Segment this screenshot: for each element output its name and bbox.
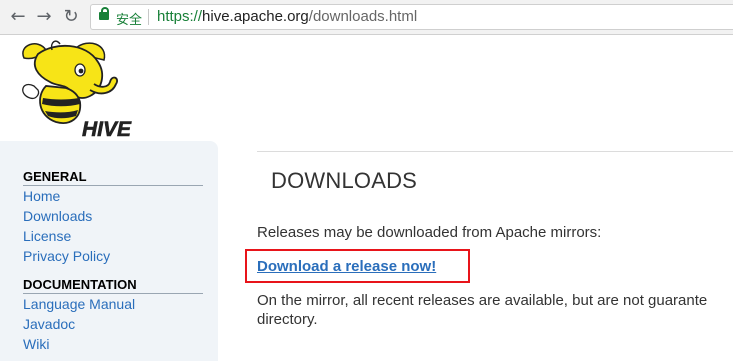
sidebar-section-documentation: DOCUMENTATION: [23, 277, 137, 292]
address-bar[interactable]: 安全 https://hive.apache.org/downloads.htm…: [90, 4, 733, 30]
section-divider: [23, 185, 203, 186]
mirror-text-line1: On the mirror, all recent releases are a…: [257, 292, 708, 309]
sidebar: GENERAL Home Downloads License Privacy P…: [0, 141, 218, 361]
reload-icon[interactable]: ↻: [61, 7, 81, 27]
mirror-text-line2: directory.: [257, 311, 318, 328]
sidebar-item-javadoc[interactable]: Javadoc: [23, 316, 75, 332]
sidebar-item-privacy-policy[interactable]: Privacy Policy: [23, 248, 110, 264]
url-scheme: https://: [157, 8, 203, 25]
sidebar-section-general: GENERAL: [23, 169, 87, 184]
url-path: /downloads.html: [308, 8, 418, 25]
section-divider: [23, 293, 203, 294]
sidebar-item-license[interactable]: License: [23, 228, 71, 244]
sidebar-item-downloads[interactable]: Downloads: [23, 208, 92, 224]
secure-label: 安全: [116, 13, 143, 28]
forward-arrow-icon[interactable]: →: [34, 7, 54, 27]
content-divider: [257, 151, 733, 152]
back-arrow-icon[interactable]: ←: [8, 7, 28, 27]
lock-icon: [99, 7, 109, 20]
address-separator: [148, 9, 149, 25]
hive-logo-text: HIVE: [82, 118, 132, 140]
sidebar-item-home[interactable]: Home: [23, 188, 60, 204]
sidebar-item-language-manual[interactable]: Language Manual: [23, 296, 135, 312]
url-text[interactable]: https://hive.apache.org/downloads.html: [157, 8, 417, 25]
url-host: hive.apache.org: [202, 8, 309, 25]
download-release-link[interactable]: Download a release now!: [257, 258, 436, 275]
hive-logo[interactable]: HIVE: [16, 40, 134, 140]
browser-toolbar: ← → ↻ 安全 https://hive.apache.org/downloa…: [0, 0, 733, 35]
intro-text: Releases may be downloaded from Apache m…: [257, 224, 602, 241]
page-title: DOWNLOADS: [271, 168, 418, 193]
